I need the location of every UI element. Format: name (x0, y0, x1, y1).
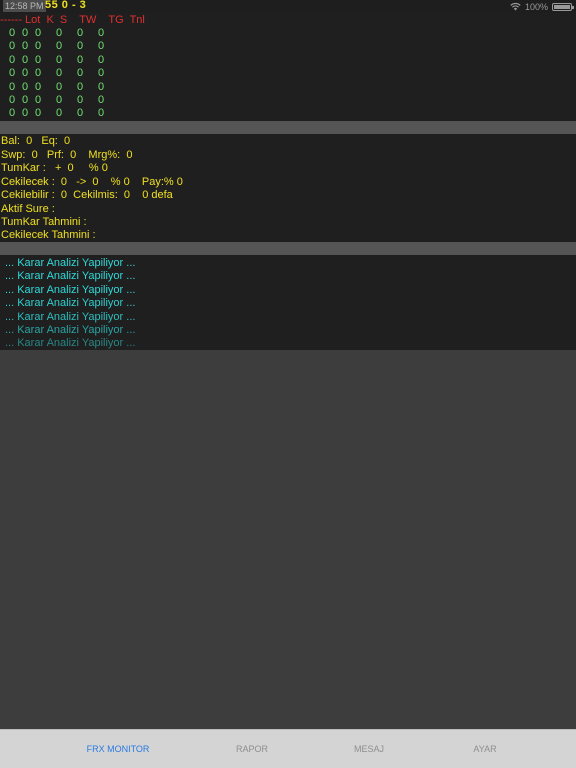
trade-cell: 0 (56, 80, 63, 93)
trade-cell: 0 (56, 107, 63, 120)
tab-mesaj[interactable]: MESAJ (319, 730, 419, 768)
trade-cell: 0 (77, 80, 84, 93)
log-line: ... Karar Analizi Yapiliyor ... (5, 310, 136, 323)
trade-cell: 0 (56, 27, 63, 39)
battery-percent: 100% (524, 1, 548, 12)
tab-rapor[interactable]: RAPOR (202, 730, 302, 768)
trade-cell: 0 (35, 53, 42, 66)
section-divider (0, 121, 576, 134)
section-divider (0, 242, 576, 255)
trade-cell: 0 (22, 94, 29, 106)
status-time: 12:58 PM (3, 0, 46, 12)
log-line: ... Karar Analizi Yapiliyor ... (5, 257, 136, 269)
tab-frx-monitor[interactable]: FRX MONITOR (68, 730, 168, 768)
wifi-icon (510, 2, 521, 11)
cekilecek-line: Cekilecek : 0 -> 0 % 0 Pay:% 0 (1, 176, 183, 188)
trade-cell: 0 (77, 107, 84, 120)
tab-bar: FRX MONITOR RAPOR MESAJ AYAR (0, 729, 576, 768)
trade-cell: 0 (35, 80, 42, 93)
trade-cell: 0 (77, 94, 84, 106)
trade-cell: 0 (35, 27, 42, 39)
trade-cell: 0 (9, 53, 16, 66)
trades-header: ------ Lot K S TW TG Tnl (0, 14, 145, 26)
aktif-sure-line: Aktif Sure : (1, 203, 55, 215)
swp-prf-mrg-line: Swp: 0 Prf: 0 Mrg%: 0 (1, 149, 133, 161)
trade-cell: 0 (9, 67, 16, 80)
log-line: ... Karar Analizi Yapiliyor ... (5, 283, 136, 296)
status-overlay-text: 55 0 - 3 (45, 0, 87, 11)
trade-cell: 0 (35, 40, 42, 53)
trade-cell: 0 (98, 53, 105, 66)
trade-cell: 0 (22, 40, 29, 53)
trade-cell: 0 (22, 67, 29, 80)
trade-cell: 0 (98, 40, 105, 53)
trade-cell: 0 (35, 94, 42, 106)
battery-icon (552, 2, 574, 11)
trades-panel: ------ Lot K S TW TG Tnl 000000000000000… (0, 13, 576, 121)
trade-cell: 0 (77, 40, 84, 53)
trade-cell: 0 (98, 80, 105, 93)
cekilebilir-line: Cekilebilir : 0 Cekilmis: 0 0 defa (1, 189, 173, 201)
status-bar: 12:58 PM 55 0 - 3 100% (0, 0, 576, 13)
trade-cell: 0 (77, 27, 84, 39)
log-line: ... Karar Analizi Yapiliyor ... (5, 324, 136, 336)
tab-ayar[interactable]: AYAR (435, 730, 535, 768)
trade-cell: 0 (56, 40, 63, 53)
log-panel[interactable]: ... Karar Analizi Yapiliyor ...... Karar… (0, 255, 576, 350)
trade-cell: 0 (22, 107, 29, 120)
trade-cell: 0 (56, 67, 63, 80)
trade-cell: 0 (56, 53, 63, 66)
trade-cell: 0 (98, 67, 105, 80)
tumkar-tahmini-line: TumKar Tahmini : (1, 216, 87, 228)
battery-fill (554, 4, 570, 9)
bal-eq-line: Bal: 0 Eq: 0 (1, 135, 71, 147)
trade-cell: 0 (35, 107, 42, 120)
trade-cell: 0 (35, 67, 42, 80)
trade-cell: 0 (98, 94, 105, 106)
trade-cell: 0 (22, 53, 29, 66)
trade-cell: 0 (98, 27, 105, 39)
trade-cell: 0 (9, 107, 16, 120)
cekilecek-tahmini-line: Cekilecek Tahmini : (1, 229, 96, 241)
trade-cell: 0 (9, 40, 16, 53)
trade-cell: 0 (77, 67, 84, 80)
app-screen: 12:58 PM 55 0 - 3 100% ------ Lot K S TW… (0, 0, 576, 768)
log-line: ... Karar Analizi Yapiliyor ... (5, 297, 136, 310)
trade-cell: 0 (9, 27, 16, 39)
trade-cell: 0 (56, 94, 63, 106)
trade-cell: 0 (22, 80, 29, 93)
trade-cell: 0 (77, 53, 84, 66)
trade-cell: 0 (9, 80, 16, 93)
log-line: ... Karar Analizi Yapiliyor ... (5, 337, 136, 350)
log-line: ... Karar Analizi Yapiliyor ... (5, 270, 136, 283)
account-panel: Bal: 0 Eq: 0 Swp: 0 Prf: 0 Mrg%: 0 TumKa… (0, 134, 576, 242)
trade-cell: 0 (98, 107, 105, 120)
trade-cell: 0 (9, 94, 16, 106)
status-indicators: 100% (510, 0, 574, 13)
trade-cell: 0 (22, 27, 29, 39)
tumkar-line: TumKar : + 0 % 0 (1, 162, 108, 174)
